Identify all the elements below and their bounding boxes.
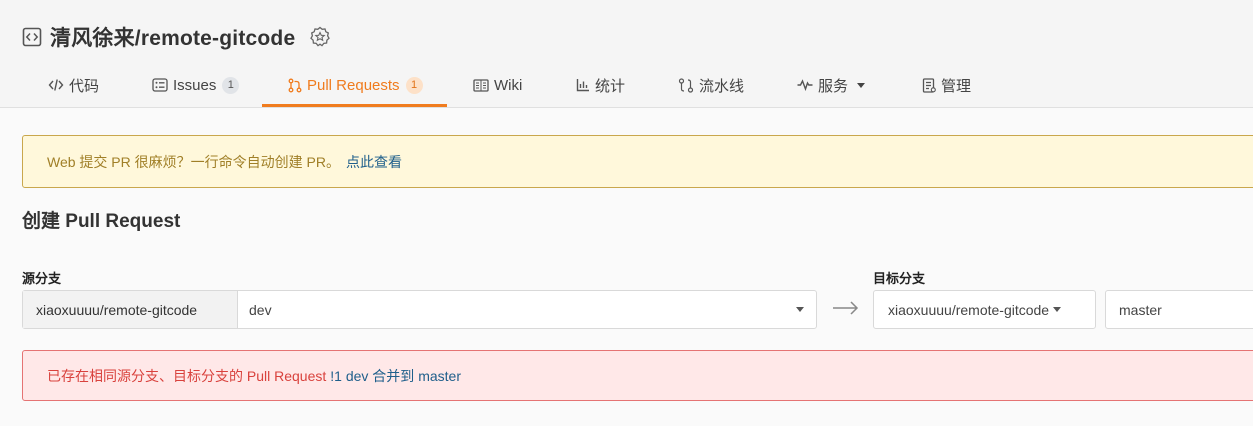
source-branch-value: dev — [249, 301, 272, 318]
source-branch-group: xiaoxuuuu/remote-gitcode dev — [22, 290, 817, 329]
repo-header: 清风徐来/remote-gitcode 代码 Issues 1 Pull Req… — [0, 0, 1253, 108]
tab-pipeline-label: 流水线 — [699, 77, 745, 95]
tab-issues[interactable]: Issues 1 — [152, 62, 240, 108]
repo-tabs: 代码 Issues 1 Pull Requests 1 Wiki 统计 流水线 … — [0, 62, 1253, 108]
cli-tip-banner: Web 提交 PR 很麻烦？一行命令自动创建 PR。 点此查看 — [22, 135, 1253, 188]
tab-services[interactable]: 服务 — [797, 62, 866, 108]
manage-icon — [922, 77, 936, 93]
tab-code[interactable]: 代码 — [48, 62, 99, 108]
tab-services-label: 服务 — [818, 77, 849, 95]
repo-code-icon — [22, 27, 42, 47]
code-icon — [48, 79, 64, 91]
tab-pull-requests[interactable]: Pull Requests 1 — [288, 62, 423, 108]
pipeline-icon — [678, 77, 694, 93]
service-icon — [797, 79, 813, 91]
tab-code-label: 代码 — [69, 77, 100, 95]
duplicate-pr-error: 已存在相同源分支、目标分支的 Pull Request !1 dev 合并到 m… — [22, 350, 1253, 401]
tab-wiki[interactable]: Wiki — [473, 62, 522, 108]
page-title: 创建 Pull Request — [22, 211, 181, 232]
source-branch-select[interactable]: dev — [238, 291, 816, 328]
issues-count-badge: 1 — [222, 76, 240, 94]
tab-issues-label: Issues — [173, 76, 217, 94]
existing-pr-link[interactable]: !1 dev 合并到 master — [330, 366, 461, 386]
duplicate-pr-text: 已存在相同源分支、目标分支的 Pull Request — [47, 367, 327, 384]
tab-stats-label: 统计 — [595, 77, 626, 95]
merge-direction-arrow-icon — [833, 301, 859, 315]
target-branch-select[interactable]: master — [1105, 290, 1253, 329]
issues-icon — [152, 78, 168, 92]
source-repo-display: xiaoxuuuu/remote-gitcode — [23, 291, 238, 328]
tab-manage[interactable]: 管理 — [922, 62, 971, 108]
target-branch-value: master — [1119, 301, 1162, 318]
view-details-link[interactable]: 点此查看 — [346, 152, 402, 172]
target-repo-select[interactable]: xiaoxuuuu/remote-gitcode — [873, 290, 1096, 329]
active-tab-indicator — [262, 104, 447, 107]
tab-pull-requests-label: Pull Requests — [307, 76, 400, 94]
target-branch-label: 目标分支 — [873, 271, 926, 286]
stats-icon — [576, 79, 589, 92]
repo-name-link[interactable]: 清风徐来/remote-gitcode — [50, 22, 295, 52]
tab-pipeline[interactable]: 流水线 — [678, 62, 744, 108]
cli-tip-text: Web 提交 PR 很麻烦？一行命令自动创建 PR。 — [47, 153, 340, 170]
pull-request-icon — [288, 78, 302, 92]
tab-manage-label: 管理 — [941, 77, 972, 95]
recommend-badge-icon[interactable] — [309, 26, 331, 48]
target-repo-value: xiaoxuuuu/remote-gitcode — [888, 301, 1050, 318]
chevron-down-icon — [857, 82, 866, 88]
tab-stats[interactable]: 统计 — [576, 62, 625, 108]
pull-requests-count-badge: 1 — [405, 76, 423, 94]
repo-title-bar: 清风徐来/remote-gitcode — [22, 22, 331, 52]
tab-wiki-label: Wiki — [494, 76, 523, 94]
source-branch-caret-icon — [796, 307, 804, 312]
wiki-icon — [473, 78, 489, 92]
target-repo-caret-icon — [1053, 307, 1062, 312]
source-branch-label: 源分支 — [22, 271, 62, 286]
